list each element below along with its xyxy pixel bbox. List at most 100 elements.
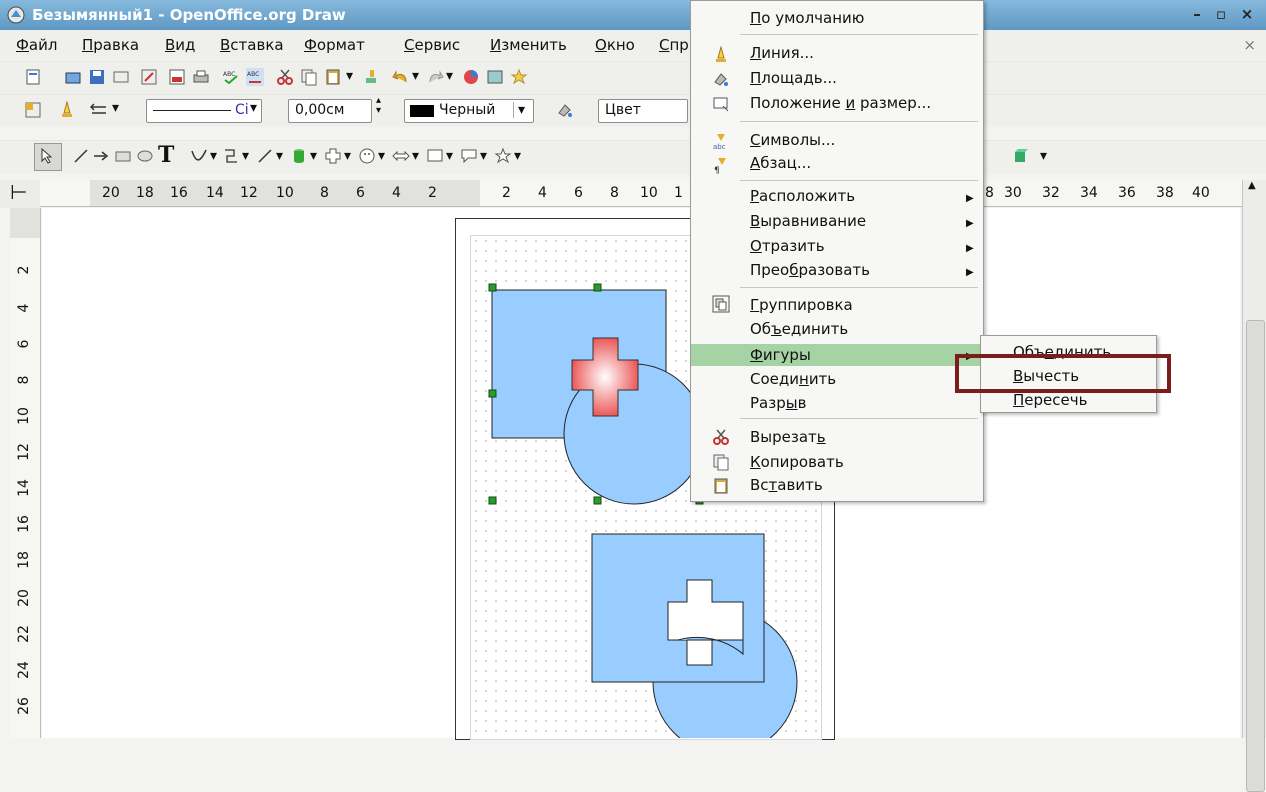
arrow-style-icon[interactable]	[90, 101, 108, 119]
line-dialog-icon[interactable]	[58, 101, 76, 119]
maximize-icon[interactable]: ▫	[1212, 5, 1230, 23]
save-icon[interactable]	[88, 68, 106, 86]
email-icon[interactable]	[112, 68, 130, 86]
ctx-characters[interactable]: Символы...	[750, 131, 835, 149]
line-arrow-tool-icon[interactable]	[92, 147, 110, 165]
flowchart-dropdown-icon[interactable]: ▾	[446, 148, 453, 164]
scrollbar-thumb[interactable]	[1246, 320, 1265, 792]
block-arrows-dropdown-icon[interactable]: ▾	[412, 148, 419, 164]
copy-icon[interactable]	[300, 68, 318, 86]
rectangle-tool-icon[interactable]	[114, 147, 132, 165]
lines-arrows-tool-icon[interactable]	[256, 147, 274, 165]
ctx-shapes[interactable]: Фигуры	[750, 346, 811, 364]
chart-icon[interactable]	[462, 68, 480, 86]
selected-shape-group[interactable]	[488, 283, 705, 505]
menu-view[interactable]: Вид	[165, 36, 195, 54]
menu-window[interactable]: Окно	[595, 36, 635, 54]
block-arrows-icon[interactable]	[392, 147, 410, 165]
symbol-shapes-dropdown-icon[interactable]: ▾	[378, 148, 385, 164]
stars-icon[interactable]	[494, 147, 512, 165]
ctx-alignment[interactable]: Выравнивание	[750, 212, 866, 230]
selection-handle[interactable]	[488, 389, 497, 398]
line-color-select[interactable]: Черный ▾	[404, 99, 534, 123]
ctx-flip[interactable]: Отразить	[750, 237, 825, 255]
new-icon[interactable]	[24, 68, 42, 86]
menu-file[interactable]: Файл	[16, 36, 57, 54]
cut-icon[interactable]	[276, 68, 294, 86]
image-icon[interactable]	[486, 68, 504, 86]
subtracted-shape-result[interactable]	[591, 533, 798, 738]
menu-modify[interactable]: Изменить	[490, 36, 567, 54]
callouts-dropdown-icon[interactable]: ▾	[480, 148, 487, 164]
menu-insert[interactable]: Вставка	[220, 36, 284, 54]
lines-dropdown-icon[interactable]: ▾	[276, 148, 283, 164]
ctx-arrange[interactable]: Расположить	[750, 187, 855, 205]
vertical-scrollbar[interactable]: ▲	[1242, 180, 1266, 792]
toolbar-options-icon[interactable]: ▾	[1040, 148, 1047, 164]
autospellcheck-icon[interactable]: ABC	[246, 68, 264, 86]
styles-icon[interactable]	[24, 101, 42, 119]
spellcheck-icon[interactable]: ABC	[222, 68, 240, 86]
3d-objects-dropdown-icon[interactable]: ▾	[310, 148, 317, 164]
ctx-copy[interactable]: Копировать	[750, 453, 844, 471]
selection-handle[interactable]	[488, 283, 497, 292]
document-close-icon[interactable]: ×	[1243, 36, 1256, 54]
sub-intersect[interactable]: Пересечь	[1013, 391, 1087, 409]
area-style-select[interactable]: Цвет	[598, 99, 688, 123]
undo-icon[interactable]	[392, 68, 410, 86]
paste-dropdown-icon[interactable]: ▾	[346, 68, 353, 84]
symbol-shapes-icon[interactable]	[358, 147, 376, 165]
open-icon[interactable]	[64, 68, 82, 86]
line-width-field[interactable]: 0,00см	[288, 99, 372, 123]
extrusion-icon[interactable]	[1012, 147, 1030, 165]
curve-dropdown-icon[interactable]: ▾	[210, 148, 217, 164]
line-style-select[interactable]: Сі	[146, 99, 262, 123]
ctx-position-size[interactable]: Положение и размер...	[750, 94, 931, 112]
ellipse-tool-icon[interactable]	[136, 147, 154, 165]
connector-dropdown-icon[interactable]: ▾	[242, 148, 249, 164]
menu-edit[interactable]: Правка	[82, 36, 139, 54]
3d-objects-icon[interactable]	[290, 147, 308, 165]
export-pdf-icon[interactable]	[168, 68, 186, 86]
menu-tools[interactable]: Сервис	[404, 36, 460, 54]
ctx-convert[interactable]: Преобразовать	[750, 261, 870, 279]
redo-dropdown-icon[interactable]: ▾	[446, 68, 453, 84]
ctx-area[interactable]: Площадь...	[750, 69, 837, 87]
menu-format[interactable]: Формат	[304, 36, 365, 54]
ctx-line[interactable]: Линия...	[750, 44, 814, 62]
select-arrow-icon[interactable]	[38, 147, 56, 165]
ctx-cut[interactable]: Вырезать	[750, 428, 826, 446]
minimize-icon[interactable]: –	[1188, 5, 1206, 23]
arrow-style-dropdown-icon[interactable]: ▾	[112, 100, 119, 116]
edit-file-icon[interactable]	[140, 68, 158, 86]
area-dialog-icon[interactable]	[556, 101, 574, 119]
basic-shapes-icon[interactable]	[324, 147, 342, 165]
print-icon[interactable]	[192, 68, 210, 86]
curve-tool-icon[interactable]	[190, 147, 208, 165]
selection-handle[interactable]	[593, 283, 602, 292]
close-icon[interactable]: ×	[1238, 5, 1256, 23]
undo-dropdown-icon[interactable]: ▾	[412, 68, 419, 84]
menu-help[interactable]: Спр	[659, 36, 689, 54]
ctx-default[interactable]: По умолчанию	[750, 9, 864, 27]
ctx-combine[interactable]: Объединить	[750, 320, 848, 338]
clone-format-icon[interactable]	[362, 68, 380, 86]
paste-icon[interactable]	[324, 68, 342, 86]
basic-shapes-dropdown-icon[interactable]: ▾	[344, 148, 351, 164]
ctx-paragraph[interactable]: Абзац...	[750, 154, 811, 172]
fontwork-icon[interactable]	[510, 68, 528, 86]
ctx-group[interactable]: Группировка	[750, 296, 853, 314]
line-style-dropdown-icon[interactable]: ▾	[250, 100, 257, 116]
selection-handle[interactable]	[488, 496, 497, 505]
line-color-dropdown-icon[interactable]: ▾	[513, 102, 525, 118]
connector-tool-icon[interactable]	[222, 147, 240, 165]
line-width-spinner-icon[interactable]: ▴ ▾	[376, 96, 381, 116]
scroll-up-icon[interactable]: ▲	[1248, 180, 1256, 191]
ctx-paste[interactable]: Вставить	[750, 476, 823, 494]
stars-dropdown-icon[interactable]: ▾	[514, 148, 521, 164]
callouts-icon[interactable]	[460, 147, 478, 165]
line-tool-icon[interactable]	[72, 147, 90, 165]
ctx-connect[interactable]: Соединить	[750, 370, 836, 388]
selection-handle[interactable]	[593, 496, 602, 505]
text-tool-icon[interactable]: T	[158, 142, 174, 168]
